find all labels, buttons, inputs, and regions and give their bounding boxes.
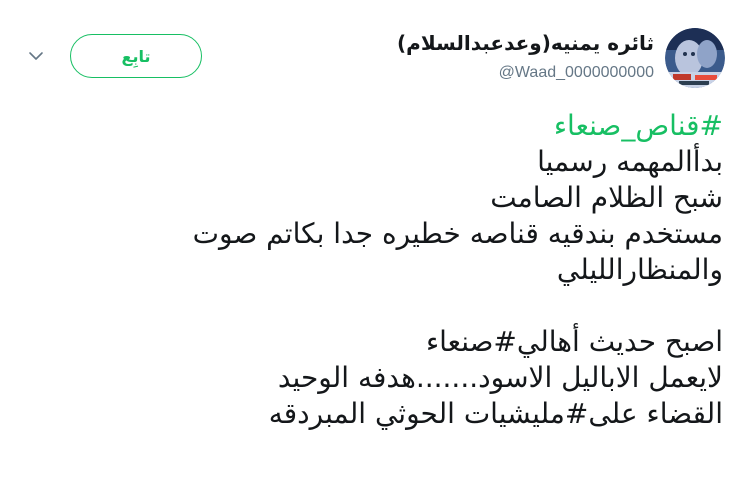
avatar-image bbox=[665, 28, 725, 88]
avatar[interactable] bbox=[665, 28, 725, 88]
chevron-down-icon[interactable] bbox=[26, 46, 46, 66]
display-name[interactable]: ثائره يمنيه(وعدعبدالسلام) bbox=[397, 30, 654, 56]
tweet-line: والمنظارالليلي bbox=[556, 253, 723, 286]
user-info: ثائره يمنيه(وعدعبدالسلام) @Waad_00000000… bbox=[397, 30, 654, 84]
tweet-line: شبح الظلام الصامت bbox=[490, 181, 723, 214]
tweet-line: بدأالمهمه رسميا bbox=[537, 145, 723, 178]
tweet-header: ثائره يمنيه(وعدعبدالسلام) @Waad_00000000… bbox=[0, 0, 746, 100]
user-handle[interactable]: @Waad_0000000000 bbox=[397, 62, 654, 84]
paragraph-break bbox=[23, 288, 723, 324]
tweet-text: #قناص_صنعاء بدأالمهمه رسميا شبح الظلام ا… bbox=[23, 108, 723, 432]
tweet-line: لايعمل الاباليل الاسود.......هدفه الوحيد bbox=[277, 361, 723, 394]
tweet-line: القضاء على#مليشيات الحوثي المبردقه bbox=[268, 397, 723, 430]
tweet-line: اصبح حديث أهالي#صنعاء bbox=[425, 325, 723, 358]
follow-button[interactable]: تابِع bbox=[70, 34, 202, 78]
tweet-line: مستخدم بندقيه قناصه خطيره جدا بكاتم صوت bbox=[192, 217, 723, 250]
hashtag-link[interactable]: #قناص_صنعاء bbox=[23, 108, 723, 144]
